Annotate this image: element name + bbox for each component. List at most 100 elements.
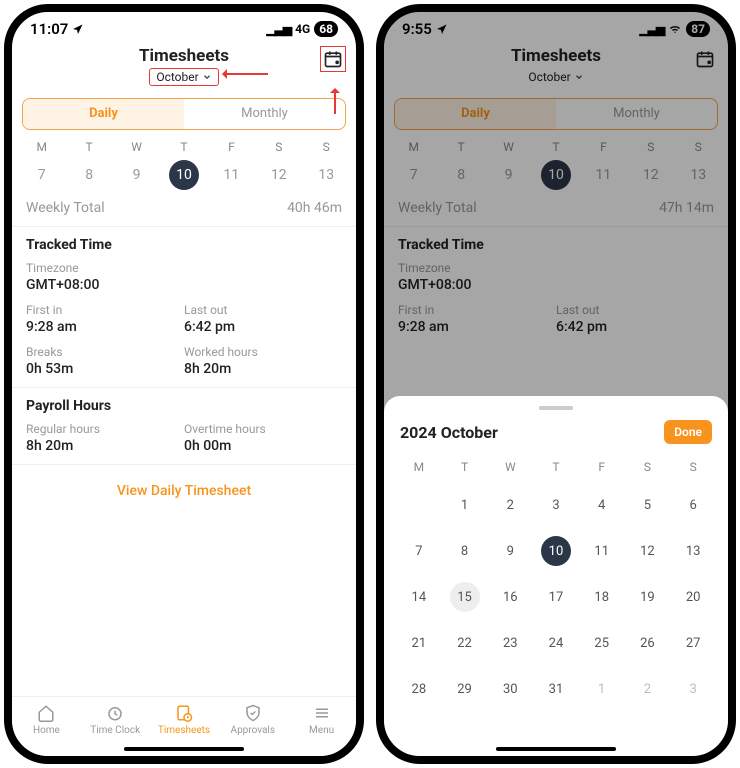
calendar-dow: W	[487, 454, 533, 480]
weekly-total-value: 40h 46m	[287, 200, 342, 216]
week-day[interactable]: F11	[208, 140, 255, 190]
calendar-day[interactable]: 11	[579, 530, 625, 572]
week-row: M7 T8 W9 T10 F11 S12 S13	[12, 136, 356, 194]
picker-title: 2024 October	[400, 423, 498, 442]
home-icon	[37, 704, 55, 722]
calendar-day[interactable]: 3	[670, 668, 716, 710]
tab-timesheets[interactable]: Timesheets	[150, 703, 219, 736]
calendar-day[interactable]: 22	[442, 622, 488, 664]
annotation-arrow-left	[224, 73, 268, 75]
calendar-day[interactable]: 3	[533, 484, 579, 526]
calendar-day[interactable]: 1	[442, 484, 488, 526]
tab-approvals[interactable]: Approvals	[218, 703, 287, 736]
calendar-day[interactable]: 8	[442, 530, 488, 572]
phone-left: 11:07 ▁▃▅ 4G 68 Timesheets October Daily…	[4, 4, 364, 764]
calendar-day[interactable]: 28	[396, 668, 442, 710]
calendar-day[interactable]: 25	[579, 622, 625, 664]
date-picker-sheet: 2024 October Done MTWTFSS123456789101112…	[384, 396, 728, 756]
last-out-value: 6:42 pm	[184, 319, 342, 335]
calendar-button[interactable]	[320, 46, 346, 72]
timezone-value: GMT+08:00	[26, 277, 342, 293]
signal-icon: ▁▃▅	[266, 22, 291, 36]
calendar-day[interactable]: 6	[670, 484, 716, 526]
tab-daily[interactable]: Daily	[23, 99, 184, 129]
week-day[interactable]: S13	[303, 140, 350, 190]
tab-home[interactable]: Home	[12, 703, 81, 736]
calendar-day[interactable]: 10	[533, 530, 579, 572]
week-day[interactable]: M7	[18, 140, 65, 190]
calendar-day[interactable]: 27	[670, 622, 716, 664]
chevron-down-icon	[202, 72, 212, 82]
page-header: Timesheets October	[12, 40, 356, 88]
phone-right: 9:55 ▁▃▅ 87 Timesheets October Daily Mon…	[376, 4, 736, 764]
payroll-title: Payroll Hours	[26, 398, 342, 414]
location-icon	[72, 23, 84, 35]
overtime-label: Overtime hours	[184, 422, 342, 436]
last-out-label: Last out	[184, 303, 342, 317]
worked-value: 8h 20m	[184, 361, 342, 377]
calendar-day[interactable]: 4	[579, 484, 625, 526]
calendar-day[interactable]: 21	[396, 622, 442, 664]
calendar-day[interactable]: 17	[533, 576, 579, 618]
done-button[interactable]: Done	[664, 420, 712, 444]
month-selector[interactable]: October	[149, 68, 218, 86]
week-day[interactable]: S12	[255, 140, 302, 190]
annotation-arrow-up	[334, 90, 336, 114]
shield-check-icon	[244, 704, 262, 722]
calendar-day[interactable]: 12	[625, 530, 671, 572]
tracked-time-section: Tracked Time Timezone GMT+08:00 First in…	[12, 227, 356, 388]
calendar-dow: F	[579, 454, 625, 480]
week-day[interactable]: T8	[65, 140, 112, 190]
calendar-day[interactable]: 24	[533, 622, 579, 664]
calendar-day[interactable]: 2	[487, 484, 533, 526]
calendar-day[interactable]: 7	[396, 530, 442, 572]
calendar-day[interactable]: 19	[625, 576, 671, 618]
home-indicator	[124, 747, 244, 751]
status-time: 11:07	[30, 20, 68, 38]
calendar-day[interactable]: 5	[625, 484, 671, 526]
calendar-day[interactable]: 26	[625, 622, 671, 664]
calendar-dow: S	[670, 454, 716, 480]
clock-icon	[106, 704, 124, 722]
breaks-value: 0h 53m	[26, 361, 184, 377]
overtime-value: 0h 00m	[184, 438, 342, 454]
breaks-label: Breaks	[26, 345, 184, 359]
calendar-day	[396, 484, 442, 526]
tab-timeclock[interactable]: Time Clock	[81, 703, 150, 736]
view-daily-link[interactable]: View Daily Timesheet	[12, 465, 356, 517]
calendar-day[interactable]: 1	[579, 668, 625, 710]
timezone-label: Timezone	[26, 261, 342, 275]
timesheet-icon	[175, 704, 193, 722]
regular-value: 8h 20m	[26, 438, 184, 454]
tracked-title: Tracked Time	[26, 237, 342, 253]
week-day[interactable]: W9	[113, 140, 160, 190]
home-indicator	[496, 747, 616, 751]
calendar-grid: MTWTFSS123456789101112131415161718192021…	[396, 454, 716, 710]
tab-monthly[interactable]: Monthly	[184, 99, 345, 129]
calendar-day[interactable]: 18	[579, 576, 625, 618]
first-in-label: First in	[26, 303, 184, 317]
calendar-dow: M	[396, 454, 442, 480]
calendar-day[interactable]: 31	[533, 668, 579, 710]
calendar-day[interactable]: 13	[670, 530, 716, 572]
calendar-dow: S	[625, 454, 671, 480]
view-segment: Daily Monthly	[22, 98, 346, 130]
calendar-day[interactable]: 30	[487, 668, 533, 710]
page-title: Timesheets	[12, 46, 356, 66]
calendar-day[interactable]: 2	[625, 668, 671, 710]
weekly-total-row: Weekly Total 40h 46m	[12, 194, 356, 227]
calendar-day[interactable]: 16	[487, 576, 533, 618]
week-day-selected[interactable]: T10	[160, 140, 207, 190]
calendar-day[interactable]: 14	[396, 576, 442, 618]
tab-menu[interactable]: Menu	[287, 703, 356, 736]
worked-label: Worked hours	[184, 345, 342, 359]
calendar-day[interactable]: 20	[670, 576, 716, 618]
calendar-day[interactable]: 29	[442, 668, 488, 710]
calendar-day[interactable]: 9	[487, 530, 533, 572]
month-label: October	[156, 70, 198, 84]
status-network: 4G	[295, 22, 310, 36]
battery-icon: 68	[314, 21, 338, 37]
calendar-day[interactable]: 23	[487, 622, 533, 664]
calendar-day[interactable]: 15	[442, 576, 488, 618]
sheet-handle[interactable]	[539, 406, 573, 410]
